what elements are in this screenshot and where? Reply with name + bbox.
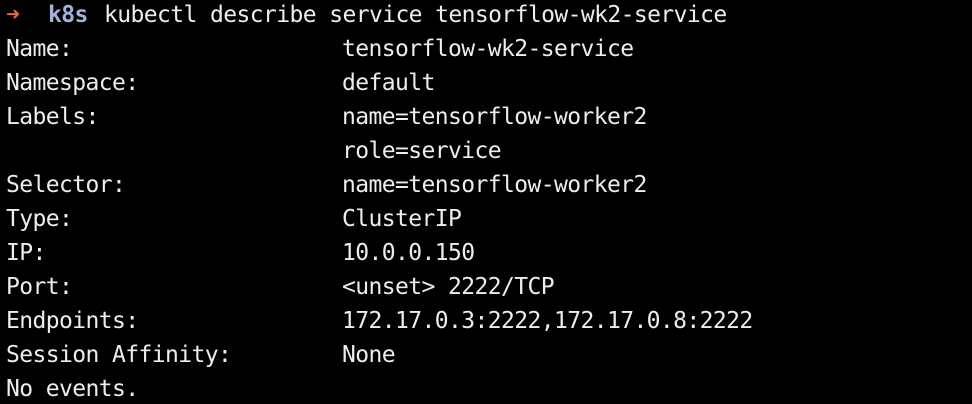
output-value: default [342, 70, 435, 96]
output-key: Selector: [6, 172, 126, 198]
output-value: name=tensorflow-worker2 [342, 172, 647, 198]
output-row-selector: Selector: name=tensorflow-worker2 [0, 170, 972, 204]
output-row-session-affinity: Session Affinity: None [0, 340, 972, 374]
output-value: name=tensorflow-worker2 [342, 104, 647, 130]
terminal-window[interactable]: ➜ k8s kubectl describe service tensorflo… [0, 0, 972, 404]
output-value: <unset> 2222/TCP [342, 274, 555, 300]
output-row-type: Type: ClusterIP [0, 204, 972, 238]
output-row-ip: IP: 10.0.0.150 [0, 238, 972, 272]
output-key: Endpoints: [6, 308, 139, 334]
events-text: No events. [6, 376, 139, 402]
output-row-labels-continued: role=service [0, 136, 972, 170]
prompt-line: ➜ k8s kubectl describe service tensorflo… [0, 0, 972, 34]
prompt-context: k8s [48, 2, 88, 28]
output-row-labels: Labels: name=tensorflow-worker2 [0, 102, 972, 136]
output-value: ClusterIP [342, 206, 462, 232]
output-key: Name: [6, 36, 73, 62]
command-text: kubectl describe service tensorflow-wk2-… [104, 2, 727, 28]
output-key: Session Affinity: [6, 342, 232, 368]
output-value: 172.17.0.3:2222,172.17.0.8:2222 [342, 308, 753, 334]
output-key: Type: [6, 206, 73, 232]
output-key: Port: [6, 274, 73, 300]
output-row-name: Name: tensorflow-wk2-service [0, 34, 972, 68]
output-key: Namespace: [6, 70, 139, 96]
output-value: role=service [342, 138, 502, 164]
output-value: tensorflow-wk2-service [342, 36, 634, 62]
output-row-namespace: Namespace: default [0, 68, 972, 102]
output-key: Labels: [6, 104, 99, 130]
output-row-port: Port: <unset> 2222/TCP [0, 272, 972, 306]
events-line: No events. [0, 374, 972, 404]
output-row-endpoints: Endpoints: 172.17.0.3:2222,172.17.0.8:22… [0, 306, 972, 340]
output-value: None [342, 342, 396, 368]
output-value: 10.0.0.150 [342, 240, 475, 266]
prompt-arrow-icon: ➜ [6, 2, 20, 28]
output-key: IP: [6, 240, 46, 266]
